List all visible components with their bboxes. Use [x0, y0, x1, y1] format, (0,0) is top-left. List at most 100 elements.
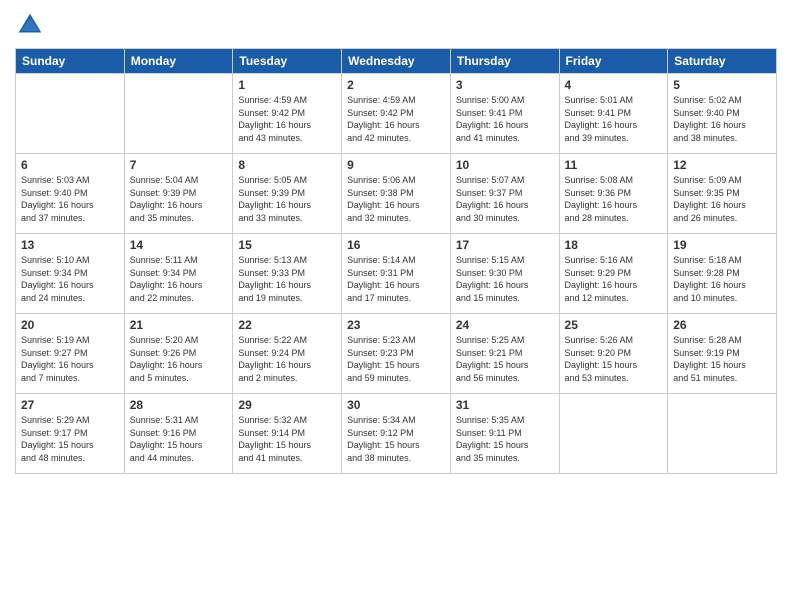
calendar-week-row: 6 Sunrise: 5:03 AM Sunset: 9:40 PM Daylig…	[16, 154, 777, 234]
day-info: Sunrise: 5:03 AM Sunset: 9:40 PM Dayligh…	[21, 174, 119, 224]
calendar-cell: 27 Sunrise: 5:29 AM Sunset: 9:17 PM Dayli…	[16, 394, 125, 474]
col-wednesday: Wednesday	[342, 49, 451, 74]
calendar-cell: 6 Sunrise: 5:03 AM Sunset: 9:40 PM Daylig…	[16, 154, 125, 234]
day-number: 26	[673, 318, 771, 332]
day-info: Sunrise: 5:04 AM Sunset: 9:39 PM Dayligh…	[130, 174, 228, 224]
calendar-table: Sunday Monday Tuesday Wednesday Thursday…	[15, 48, 777, 474]
day-info: Sunrise: 5:34 AM Sunset: 9:12 PM Dayligh…	[347, 414, 445, 464]
day-number: 15	[238, 238, 336, 252]
day-number: 28	[130, 398, 228, 412]
header	[15, 10, 777, 40]
logo-icon	[15, 10, 45, 40]
day-info: Sunrise: 5:35 AM Sunset: 9:11 PM Dayligh…	[456, 414, 554, 464]
calendar-cell: 25 Sunrise: 5:26 AM Sunset: 9:20 PM Dayli…	[559, 314, 668, 394]
calendar-cell: 23 Sunrise: 5:23 AM Sunset: 9:23 PM Dayli…	[342, 314, 451, 394]
day-info: Sunrise: 5:09 AM Sunset: 9:35 PM Dayligh…	[673, 174, 771, 224]
day-info: Sunrise: 5:05 AM Sunset: 9:39 PM Dayligh…	[238, 174, 336, 224]
day-info: Sunrise: 5:19 AM Sunset: 9:27 PM Dayligh…	[21, 334, 119, 384]
day-number: 23	[347, 318, 445, 332]
calendar-cell: 20 Sunrise: 5:19 AM Sunset: 9:27 PM Dayli…	[16, 314, 125, 394]
day-number: 14	[130, 238, 228, 252]
day-number: 6	[21, 158, 119, 172]
day-number: 5	[673, 78, 771, 92]
day-info: Sunrise: 5:06 AM Sunset: 9:38 PM Dayligh…	[347, 174, 445, 224]
header-row: Sunday Monday Tuesday Wednesday Thursday…	[16, 49, 777, 74]
day-info: Sunrise: 5:29 AM Sunset: 9:17 PM Dayligh…	[21, 414, 119, 464]
day-info: Sunrise: 4:59 AM Sunset: 9:42 PM Dayligh…	[238, 94, 336, 144]
calendar-cell: 16Sunrise: 5:14 AM Sunset: 9:31 PM Dayli…	[342, 234, 451, 314]
calendar-cell: 10 Sunrise: 5:07 AM Sunset: 9:37 PM Dayli…	[450, 154, 559, 234]
calendar-cell: 13 Sunrise: 5:10 AM Sunset: 9:34 PM Dayli…	[16, 234, 125, 314]
calendar-cell: 9 Sunrise: 5:06 AM Sunset: 9:38 PM Daylig…	[342, 154, 451, 234]
day-info: Sunrise: 5:10 AM Sunset: 9:34 PM Dayligh…	[21, 254, 119, 304]
day-number: 20	[21, 318, 119, 332]
day-number: 2	[347, 78, 445, 92]
day-number: 10	[456, 158, 554, 172]
calendar-week-row: 20 Sunrise: 5:19 AM Sunset: 9:27 PM Dayli…	[16, 314, 777, 394]
calendar-cell: 24 Sunrise: 5:25 AM Sunset: 9:21 PM Dayli…	[450, 314, 559, 394]
day-number: 25	[565, 318, 663, 332]
calendar-cell	[124, 74, 233, 154]
calendar-cell: 30Sunrise: 5:34 AM Sunset: 9:12 PM Dayli…	[342, 394, 451, 474]
calendar-cell: 1 Sunrise: 4:59 AM Sunset: 9:42 PM Daylig…	[233, 74, 342, 154]
day-number: 9	[347, 158, 445, 172]
calendar-cell: 5 Sunrise: 5:02 AM Sunset: 9:40 PM Daylig…	[668, 74, 777, 154]
day-info: Sunrise: 5:16 AM Sunset: 9:29 PM Dayligh…	[565, 254, 663, 304]
day-info: Sunrise: 5:23 AM Sunset: 9:23 PM Dayligh…	[347, 334, 445, 384]
day-number: 11	[565, 158, 663, 172]
day-info: Sunrise: 5:13 AM Sunset: 9:33 PM Dayligh…	[238, 254, 336, 304]
logo	[15, 10, 49, 40]
calendar-cell: 28 Sunrise: 5:31 AM Sunset: 9:16 PM Dayli…	[124, 394, 233, 474]
day-info: Sunrise: 5:00 AM Sunset: 9:41 PM Dayligh…	[456, 94, 554, 144]
day-number: 18	[565, 238, 663, 252]
col-monday: Monday	[124, 49, 233, 74]
day-info: Sunrise: 5:07 AM Sunset: 9:37 PM Dayligh…	[456, 174, 554, 224]
col-sunday: Sunday	[16, 49, 125, 74]
day-info: Sunrise: 5:20 AM Sunset: 9:26 PM Dayligh…	[130, 334, 228, 384]
day-number: 1	[238, 78, 336, 92]
calendar-cell: 2 Sunrise: 4:59 AM Sunset: 9:42 PM Daylig…	[342, 74, 451, 154]
calendar-body: 1 Sunrise: 4:59 AM Sunset: 9:42 PM Daylig…	[16, 74, 777, 474]
day-number: 27	[21, 398, 119, 412]
calendar-cell	[559, 394, 668, 474]
col-saturday: Saturday	[668, 49, 777, 74]
day-info: Sunrise: 5:28 AM Sunset: 9:19 PM Dayligh…	[673, 334, 771, 384]
day-info: Sunrise: 5:26 AM Sunset: 9:20 PM Dayligh…	[565, 334, 663, 384]
day-number: 24	[456, 318, 554, 332]
calendar-cell: 31 Sunrise: 5:35 AM Sunset: 9:11 PM Dayli…	[450, 394, 559, 474]
day-number: 17	[456, 238, 554, 252]
day-number: 19	[673, 238, 771, 252]
calendar-week-row: 13 Sunrise: 5:10 AM Sunset: 9:34 PM Dayli…	[16, 234, 777, 314]
day-number: 7	[130, 158, 228, 172]
col-thursday: Thursday	[450, 49, 559, 74]
calendar-cell: 21 Sunrise: 5:20 AM Sunset: 9:26 PM Dayli…	[124, 314, 233, 394]
day-info: Sunrise: 5:31 AM Sunset: 9:16 PM Dayligh…	[130, 414, 228, 464]
calendar-cell: 18 Sunrise: 5:16 AM Sunset: 9:29 PM Dayli…	[559, 234, 668, 314]
day-info: Sunrise: 5:32 AM Sunset: 9:14 PM Dayligh…	[238, 414, 336, 464]
calendar-cell: 15 Sunrise: 5:13 AM Sunset: 9:33 PM Dayli…	[233, 234, 342, 314]
day-info: Sunrise: 5:18 AM Sunset: 9:28 PM Dayligh…	[673, 254, 771, 304]
day-number: 12	[673, 158, 771, 172]
day-number: 21	[130, 318, 228, 332]
day-info: Sunrise: 5:22 AM Sunset: 9:24 PM Dayligh…	[238, 334, 336, 384]
day-number: 31	[456, 398, 554, 412]
calendar-cell: 17 Sunrise: 5:15 AM Sunset: 9:30 PM Dayli…	[450, 234, 559, 314]
day-info: Sunrise: 5:01 AM Sunset: 9:41 PM Dayligh…	[565, 94, 663, 144]
calendar-cell: 26 Sunrise: 5:28 AM Sunset: 9:19 PM Dayli…	[668, 314, 777, 394]
day-info: Sunrise: 4:59 AM Sunset: 9:42 PM Dayligh…	[347, 94, 445, 144]
calendar-cell: 29 Sunrise: 5:32 AM Sunset: 9:14 PM Dayli…	[233, 394, 342, 474]
day-info: Sunrise: 5:15 AM Sunset: 9:30 PM Dayligh…	[456, 254, 554, 304]
day-info: Sunrise: 5:25 AM Sunset: 9:21 PM Dayligh…	[456, 334, 554, 384]
calendar-cell: 7 Sunrise: 5:04 AM Sunset: 9:39 PM Daylig…	[124, 154, 233, 234]
calendar-cell: 14Sunrise: 5:11 AM Sunset: 9:34 PM Dayli…	[124, 234, 233, 314]
calendar-week-row: 27 Sunrise: 5:29 AM Sunset: 9:17 PM Dayli…	[16, 394, 777, 474]
day-number: 13	[21, 238, 119, 252]
day-info: Sunrise: 5:02 AM Sunset: 9:40 PM Dayligh…	[673, 94, 771, 144]
col-tuesday: Tuesday	[233, 49, 342, 74]
calendar-cell: 12 Sunrise: 5:09 AM Sunset: 9:35 PM Dayli…	[668, 154, 777, 234]
day-number: 22	[238, 318, 336, 332]
day-number: 29	[238, 398, 336, 412]
calendar-cell	[16, 74, 125, 154]
calendar-cell: 19 Sunrise: 5:18 AM Sunset: 9:28 PM Dayli…	[668, 234, 777, 314]
calendar-cell: 22 Sunrise: 5:22 AM Sunset: 9:24 PM Dayli…	[233, 314, 342, 394]
